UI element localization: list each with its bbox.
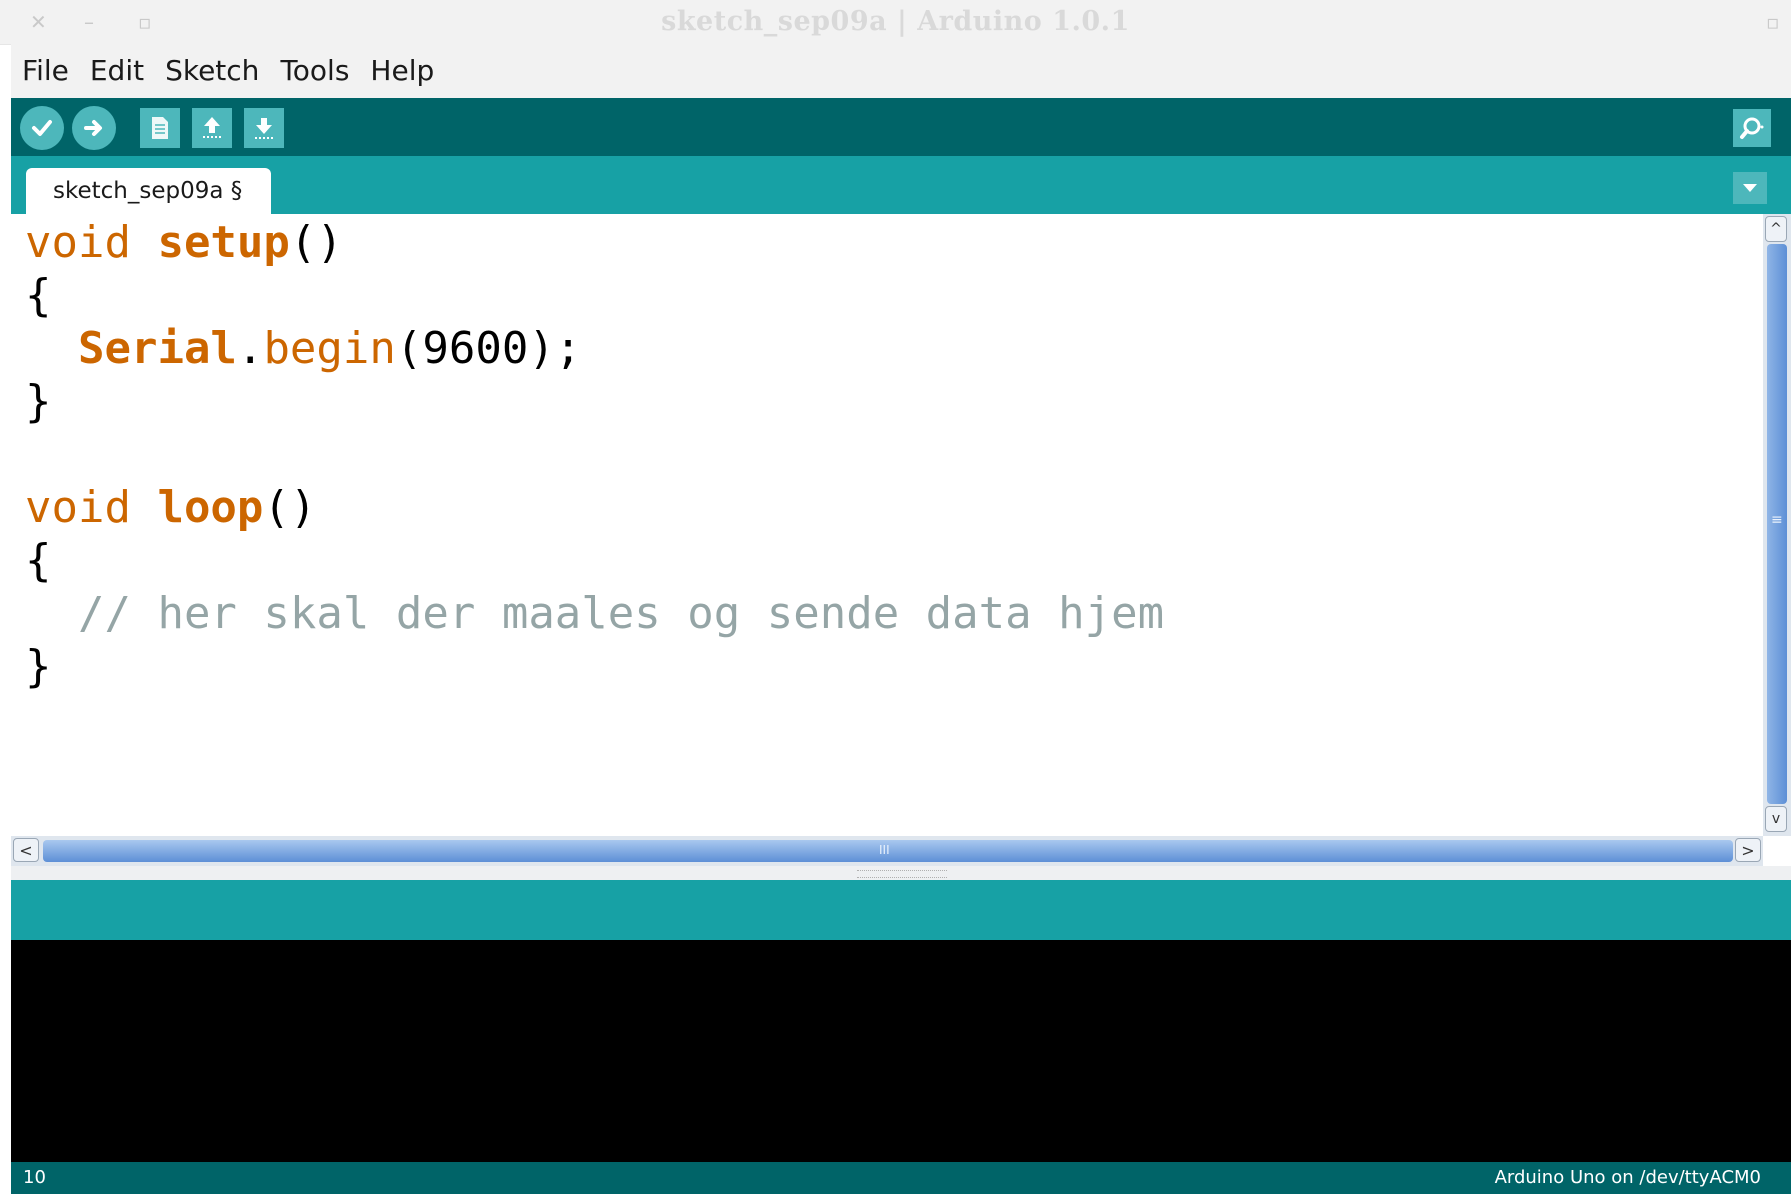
code-token: loop <box>157 482 264 533</box>
horizontal-scrollbar[interactable]: < III > <box>11 836 1763 866</box>
code-line: // her skal der maales og sende data hje… <box>25 587 1164 640</box>
console-output[interactable] <box>11 940 1791 1162</box>
scroll-up-button[interactable]: ^ <box>1765 216 1787 242</box>
menu-file[interactable]: File <box>22 54 69 88</box>
vertical-scrollbar[interactable]: ^ ≡ v <box>1763 214 1791 836</box>
code-token: Serial <box>77 323 237 374</box>
menu-edit[interactable]: Edit <box>90 54 144 88</box>
new-icon <box>152 117 168 139</box>
scroll-right-button[interactable]: > <box>1735 838 1761 862</box>
tab-label: sketch_sep09a § <box>53 178 243 204</box>
vertical-scroll-thumb[interactable]: ≡ <box>1767 244 1787 804</box>
tab-menu-button[interactable] <box>1733 172 1767 204</box>
menu-tools[interactable]: Tools <box>280 54 349 88</box>
code-token: setup <box>157 217 290 268</box>
scroll-down-button[interactable]: v <box>1765 806 1787 832</box>
upload-button[interactable] <box>72 106 116 150</box>
chevron-up-icon: ^ <box>1770 221 1782 237</box>
code-line: void setup() <box>25 216 1164 269</box>
footer-bar: 10 Arduino Uno on /dev/ttyACM0 <box>11 1162 1791 1194</box>
serial-monitor-button[interactable] <box>1733 109 1771 147</box>
pane-splitter[interactable] <box>11 866 1791 880</box>
open-button[interactable] <box>192 108 232 148</box>
chevron-right-icon: > <box>1741 840 1755 860</box>
menu-bar: File Edit Sketch Tools Help <box>11 44 1791 98</box>
code-token: () <box>289 217 343 268</box>
code-line: Serial.begin(9600); <box>25 322 1164 375</box>
window-titlebar: ✕ – ▫ sketch_sep09a | Arduino 1.0.1 ▫ <box>0 0 1791 45</box>
code-editor[interactable]: void setup(){ Serial.begin(9600);}​void … <box>11 214 1763 836</box>
open-icon <box>203 117 221 138</box>
splitter-grip-icon <box>857 870 947 878</box>
code-text: void setup(){ Serial.begin(9600);}​void … <box>25 216 1164 693</box>
code-token: . <box>236 323 264 374</box>
tab-sketch[interactable]: sketch_sep09a § <box>26 168 271 214</box>
code-token: } <box>25 376 52 427</box>
menu-sketch[interactable]: Sketch <box>165 54 259 88</box>
grip-icon: III <box>879 843 890 857</box>
code-token: begin <box>263 323 396 374</box>
code-line: ​ <box>25 428 1164 481</box>
toolbar <box>11 98 1791 156</box>
window-title: sketch_sep09a | Arduino 1.0.1 <box>661 6 1130 37</box>
chevron-left-icon: < <box>19 840 33 860</box>
code-line: void loop() <box>25 481 1164 534</box>
new-button[interactable] <box>140 108 180 148</box>
code-token: // her skal der maales og sende data hje… <box>77 588 1165 639</box>
grip-icon: ≡ <box>1771 512 1783 528</box>
serial-monitor-icon <box>1740 117 1764 139</box>
code-line: { <box>25 534 1164 587</box>
verify-icon <box>32 120 52 136</box>
board-info: Arduino Uno on /dev/ttyACM0 <box>1494 1167 1761 1188</box>
save-button[interactable] <box>244 108 284 148</box>
code-line: } <box>25 375 1164 428</box>
line-number: 10 <box>23 1167 46 1188</box>
code-line: { <box>25 269 1164 322</box>
code-token: () <box>263 482 317 533</box>
chevron-down-icon <box>1743 184 1757 192</box>
status-message-area <box>11 880 1791 940</box>
code-token: { <box>25 535 52 586</box>
menu-help[interactable]: Help <box>370 54 434 88</box>
code-token: } <box>25 641 52 692</box>
code-line: } <box>25 640 1164 693</box>
scroll-left-button[interactable]: < <box>13 838 39 862</box>
chevron-down-icon: v <box>1771 811 1781 827</box>
horizontal-scroll-thumb[interactable]: III <box>43 840 1733 862</box>
window-menu-button[interactable]: ▫ <box>1766 10 1780 34</box>
tab-strip: sketch_sep09a § <box>11 156 1791 214</box>
code-token: void <box>25 482 158 533</box>
code-token: (9600); <box>395 323 582 374</box>
verify-button[interactable] <box>20 106 64 150</box>
save-icon <box>255 118 273 139</box>
upload-icon <box>84 120 102 136</box>
code-token: { <box>25 270 52 321</box>
code-token: void <box>25 217 158 268</box>
